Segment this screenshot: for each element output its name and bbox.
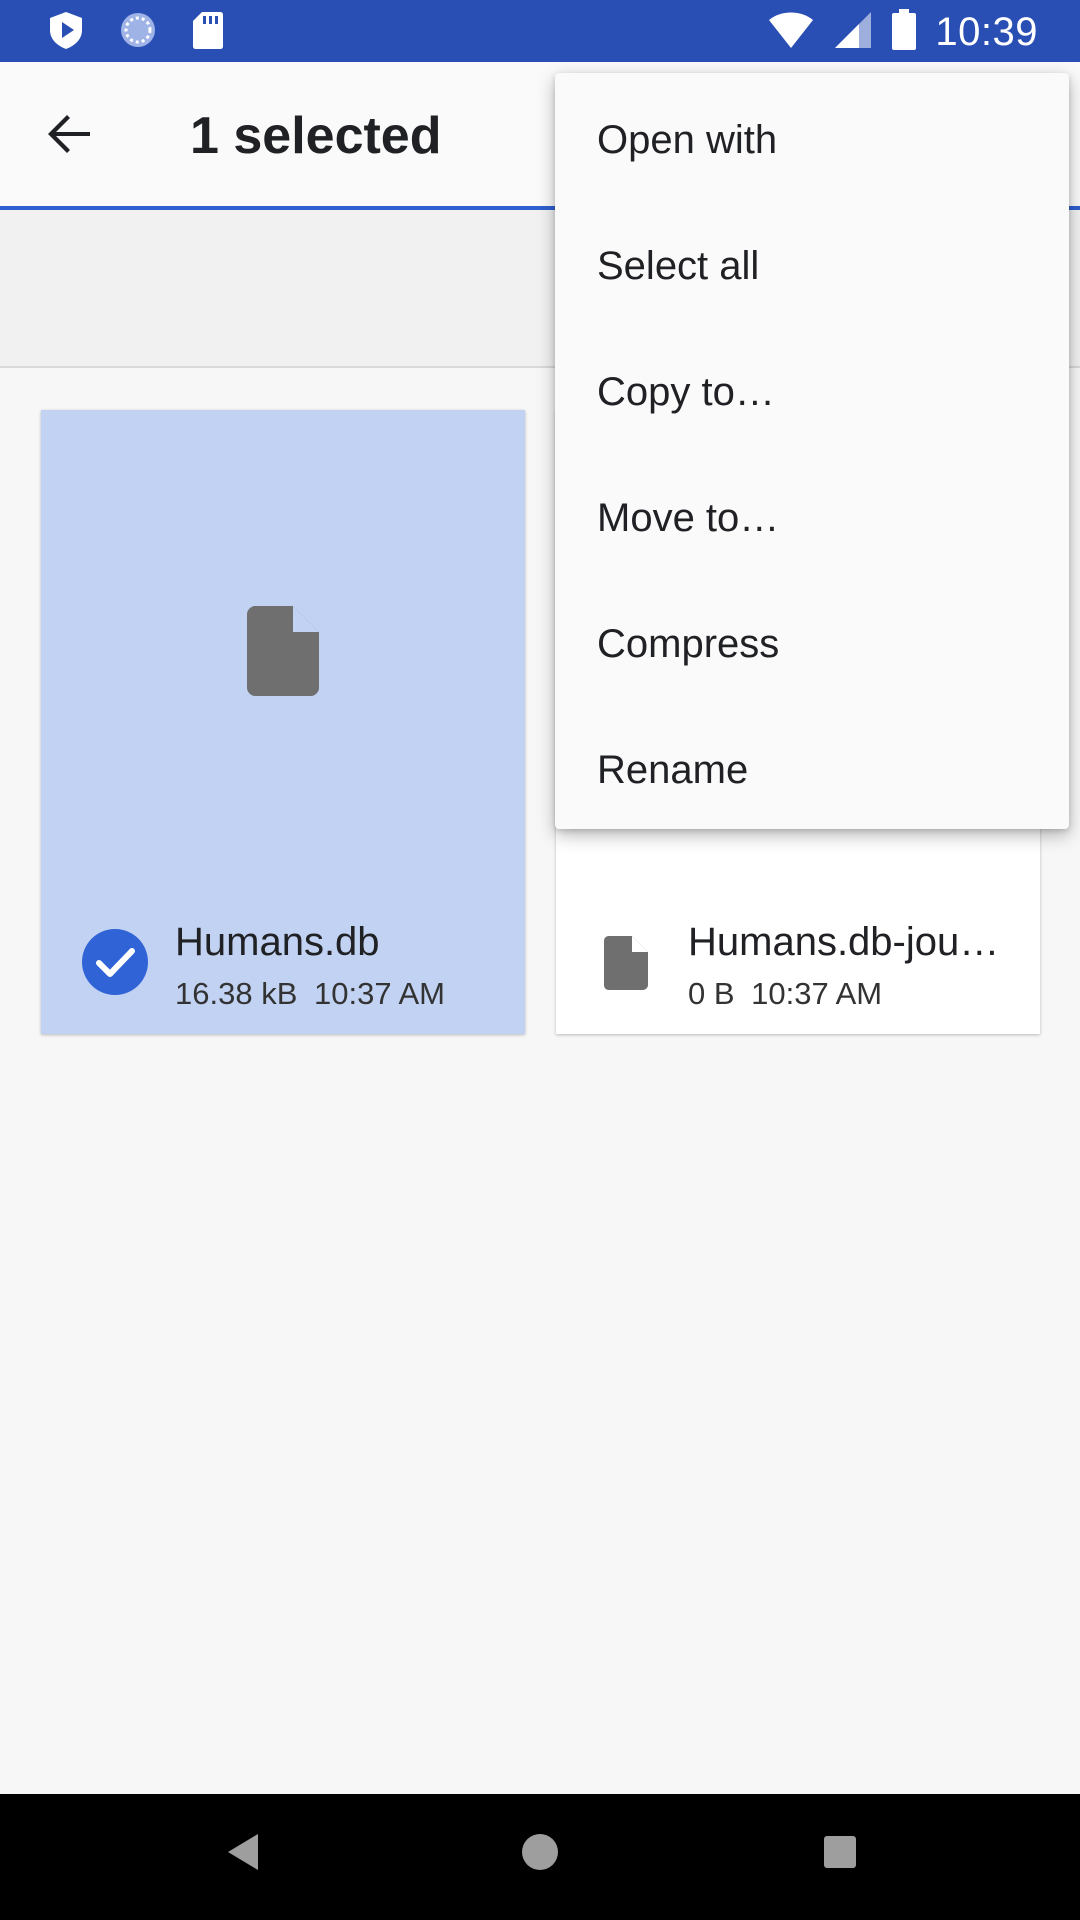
file-time: 10:37 AM — [314, 976, 445, 1011]
file-size: 16.38 kB — [175, 976, 298, 1011]
menu-item-move-to[interactable]: Move to… — [555, 455, 1069, 581]
document-icon — [247, 606, 319, 701]
play-shield-icon — [48, 10, 84, 55]
arrow-back-icon — [48, 115, 90, 153]
file-time: 10:37 AM — [751, 976, 883, 1011]
status-bar-left — [48, 10, 224, 54]
menu-item-select-all[interactable]: Select all — [555, 203, 1069, 329]
file-meta: 16.38 kB 10:37 AM — [175, 976, 445, 1012]
selected-check-icon[interactable] — [81, 928, 149, 1001]
sync-circle-icon — [118, 10, 158, 55]
status-bar: 10:39 — [0, 0, 1080, 62]
document-icon — [604, 936, 648, 995]
file-size: 0 B — [688, 976, 735, 1011]
status-bar-right: 10:39 — [767, 8, 1038, 56]
file-card-humans-db[interactable]: Humans.db 16.38 kB 10:37 AM — [41, 410, 525, 1034]
file-name: Humans.db-jou… — [688, 920, 1000, 964]
file-meta: 0 B 10:37 AM — [688, 976, 882, 1012]
wifi-icon — [767, 10, 815, 55]
home-circle-icon[interactable] — [518, 1830, 562, 1879]
menu-item-copy-to[interactable]: Copy to… — [555, 329, 1069, 455]
file-name: Humans.db — [175, 920, 380, 964]
battery-icon — [891, 8, 917, 56]
overflow-menu: Open with Select all Copy to… Move to… C… — [555, 73, 1069, 829]
menu-item-rename[interactable]: Rename — [555, 707, 1069, 833]
sd-card-icon — [192, 10, 224, 55]
cell-signal-icon — [833, 10, 873, 55]
back-button[interactable] — [40, 104, 100, 164]
menu-item-compress[interactable]: Compress — [555, 581, 1069, 707]
recents-square-icon[interactable] — [820, 1830, 860, 1879]
selection-count-title: 1 selected — [190, 107, 442, 165]
system-nav-bar — [0, 1794, 1080, 1920]
menu-item-open-with[interactable]: Open with — [555, 77, 1069, 203]
clock: 10:39 — [935, 9, 1038, 54]
back-triangle-icon[interactable] — [222, 1830, 262, 1879]
